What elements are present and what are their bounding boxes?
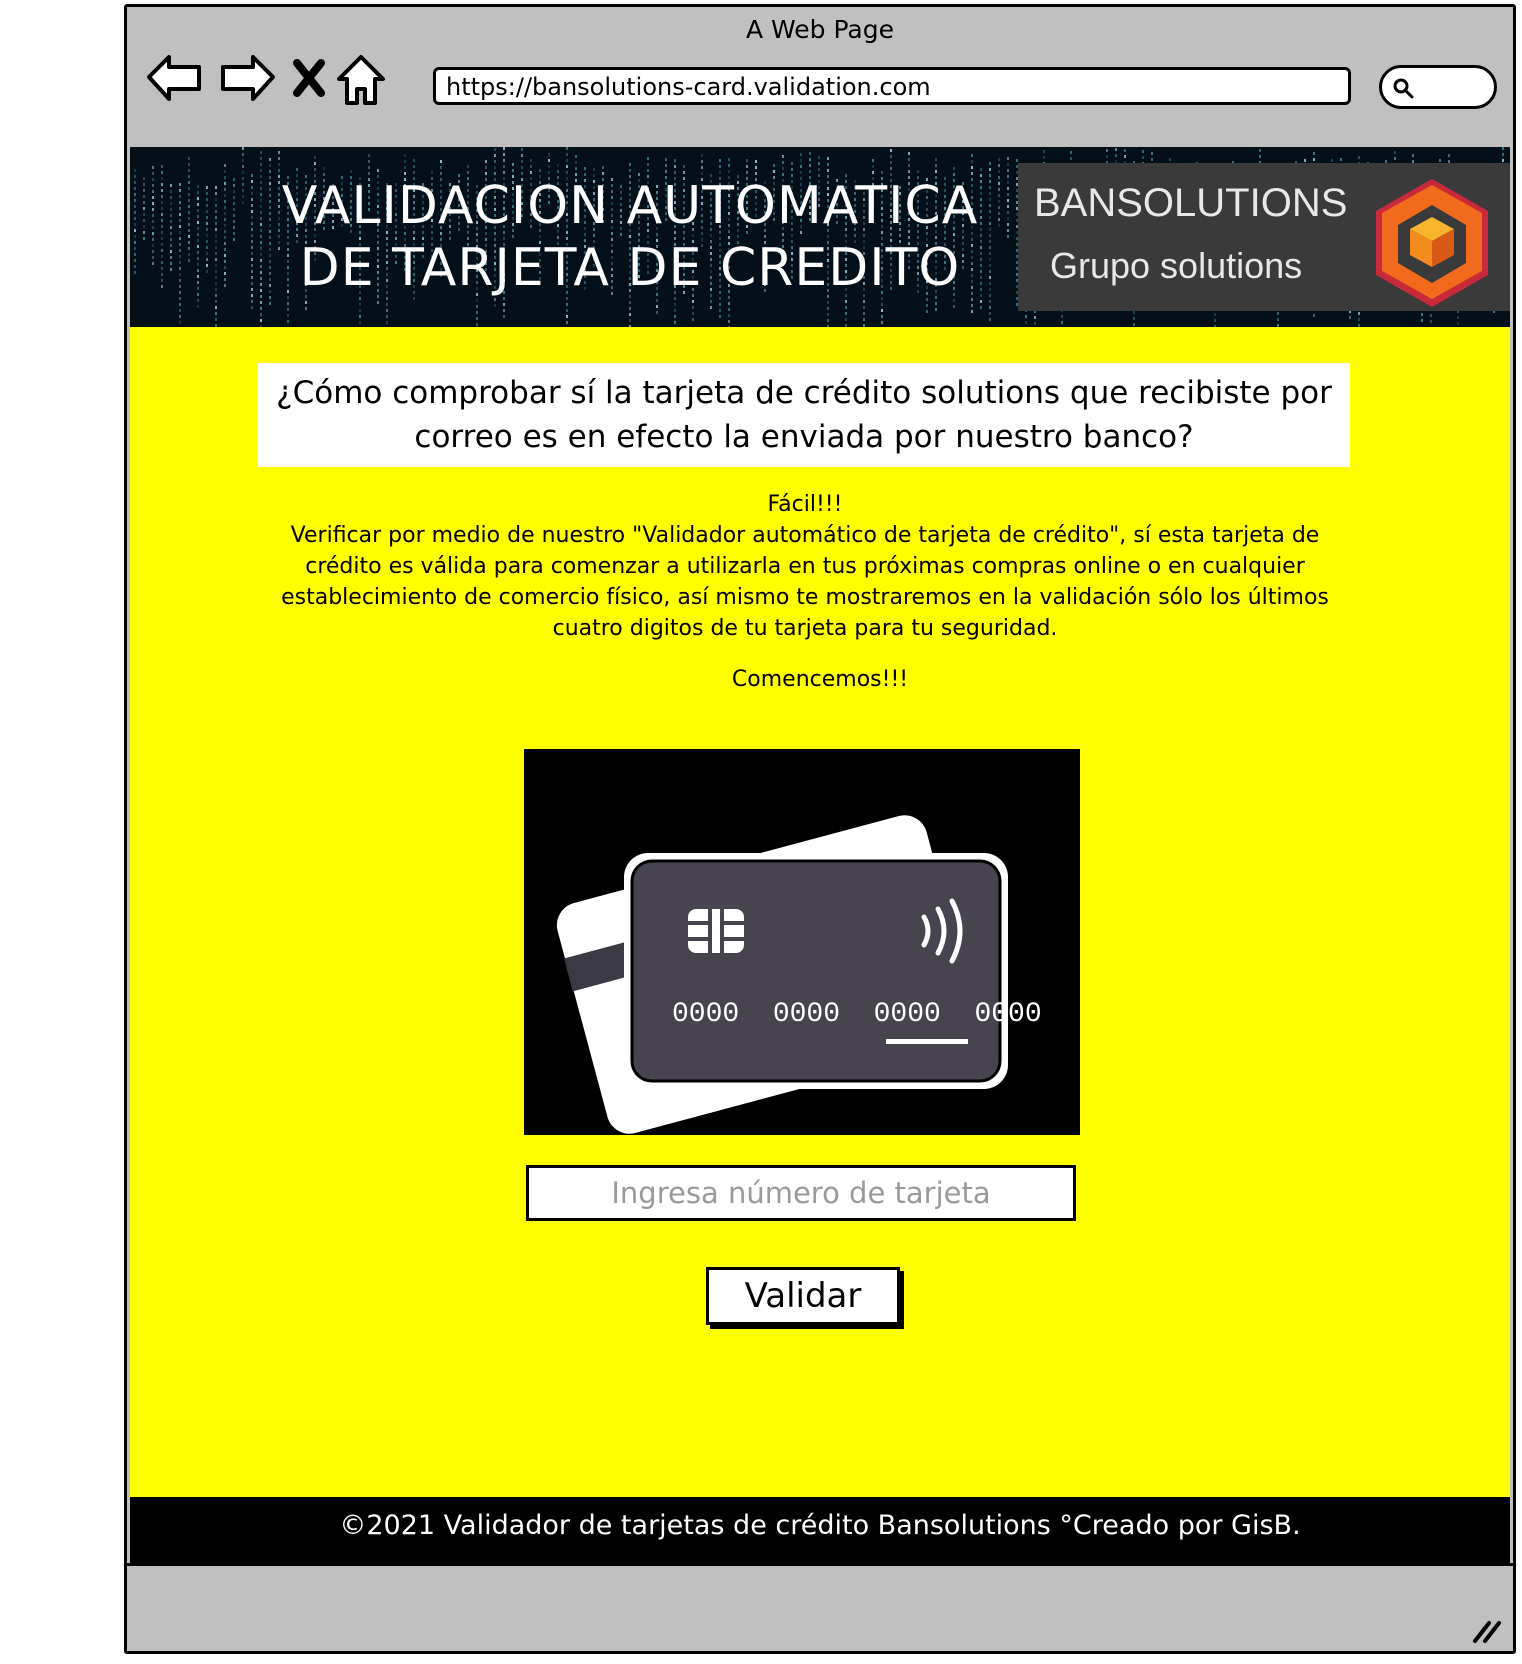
start-text: Comencemos!!! [731,667,909,692]
home-icon [337,55,385,105]
card-number-text: 0000 0000 0000 0000 [672,999,1042,1030]
forward-arrow-icon [221,55,275,101]
easy-text: Fácil!!! [767,492,843,517]
credit-card-image: 0000 0000 0000 0000 [524,749,1080,1138]
banner-title-line1: VALIDACION AUTOMATICA [281,176,979,236]
logo-subtitle: Grupo solutions [1050,245,1303,286]
status-bar [127,1563,1513,1649]
home-button[interactable] [331,49,391,109]
back-button[interactable] [145,49,205,109]
browser-toolbar: A Web Page https://bansolutions-card.val… [127,7,1513,147]
card-number-input[interactable] [526,1165,1076,1221]
description-text: Verificar por medio de nuestro "Validado… [281,523,1329,641]
description: Fácil!!! Verificar por medio de nuestro … [280,489,1330,644]
logo-name: BANSOLUTIONS [1034,181,1348,225]
bansolutions-logo: BANSOLUTIONS Grupo solutions [1018,163,1510,311]
header-banner: VALIDACION AUTOMATICA DE TARJETA DE CRED… [130,147,1510,327]
window-title: A Web Page [745,15,895,44]
address-bar[interactable]: https://bansolutions-card.validation.com [433,67,1351,105]
browser-window: A Web Page https://bansolutions-card.val… [124,4,1516,1654]
resize-grip-icon[interactable] [1471,1615,1505,1645]
banner-title-line2: DE TARJETA DE CREDITO [299,238,961,298]
back-arrow-icon [147,55,201,101]
banner-title: VALIDACION AUTOMATICA DE TARJETA DE CRED… [270,175,990,299]
hexagon-cube-icon [1376,179,1488,307]
validate-button[interactable]: Validar [706,1267,900,1325]
search-box[interactable] [1379,65,1497,109]
footer: ©2021 Validador de tarjetas de crédito B… [130,1497,1510,1563]
question-box: ¿Cómo comprobar sí la tarjeta de crédito… [258,363,1350,467]
main-content: ¿Cómo comprobar sí la tarjeta de crédito… [130,327,1510,1497]
search-icon [1393,78,1414,99]
stop-button[interactable] [279,49,339,109]
chip-icon [688,909,744,953]
forward-button[interactable] [217,49,277,109]
credit-card-icon: 0000 0000 0000 0000 [553,814,1042,1138]
close-icon [293,59,325,97]
